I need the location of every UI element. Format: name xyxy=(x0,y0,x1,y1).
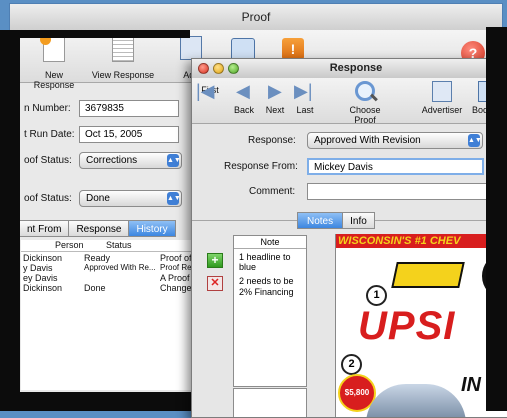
ad-car-image xyxy=(366,384,466,417)
response-titlebar: Response xyxy=(192,59,507,79)
view-response-button[interactable]: View Response xyxy=(90,36,156,80)
comment-label: Comment: xyxy=(249,186,296,197)
response-window: Response |◀ First ◀ Back ▶ Next ▶| Last Choo… xyxy=(191,58,507,418)
response-toolbar: |◀ First ◀ Back ▶ Next ▶| Last Choose Proof … xyxy=(192,78,507,125)
table-row[interactable]: Dickinson xyxy=(23,253,62,263)
tab-notes[interactable]: Notes xyxy=(297,212,344,229)
first-button[interactable]: |◀ First xyxy=(196,81,224,101)
tab-sent-from[interactable]: nt From xyxy=(19,220,70,237)
select-arrow-icon: ▲▼ xyxy=(468,134,482,147)
back-button[interactable]: ◀ Back xyxy=(230,81,258,115)
add-note-button[interactable]: + xyxy=(207,253,223,268)
history-table: Person Status Dickinson Ready Proof of a… xyxy=(21,240,202,390)
column-header-status: Status xyxy=(106,240,132,250)
advertiser-icon xyxy=(180,36,202,60)
last-button[interactable]: ▶| Last xyxy=(292,81,318,115)
black-bar xyxy=(486,27,507,411)
next-button[interactable]: ▶ Next xyxy=(262,81,288,115)
table-row[interactable]: y Davis xyxy=(23,263,53,273)
view-response-icon xyxy=(112,36,134,62)
back-icon: ◀ xyxy=(236,81,250,101)
tab-history[interactable]: History xyxy=(128,220,176,237)
tab-info[interactable]: Info xyxy=(342,212,375,229)
delete-note-button[interactable]: ✕ xyxy=(207,276,223,291)
chevrolet-logo xyxy=(391,262,465,288)
select-arrow-icon: ▲▼ xyxy=(167,192,181,205)
back-tabs: nt From Response History xyxy=(19,220,176,237)
black-bar xyxy=(0,36,20,411)
proof-number-field[interactable]: 3679835 xyxy=(79,100,179,117)
advertiser-icon xyxy=(432,81,452,102)
tab-response[interactable]: Response xyxy=(68,220,130,237)
table-row[interactable]: Dickinson xyxy=(23,283,62,293)
response-from-label: Response From: xyxy=(224,161,298,172)
magnifier-icon xyxy=(355,81,378,102)
response-select[interactable]: Approved With Revision ▲▼ xyxy=(307,132,483,149)
comment-field[interactable] xyxy=(307,183,507,200)
list-item[interactable]: 1 headline to blue xyxy=(234,249,306,272)
response-title: Response xyxy=(329,62,383,74)
column-header-person: Person xyxy=(55,240,84,250)
new-response-button[interactable]: New Response xyxy=(24,34,84,90)
proof-status-select[interactable]: Corrections ▲▼ xyxy=(79,152,182,169)
response-tabs: Notes Info xyxy=(297,212,375,229)
select-arrow-icon: ▲▼ xyxy=(167,154,181,167)
ad-badge-1: 1 xyxy=(366,285,387,306)
proof-number-label: n Number: xyxy=(24,103,71,114)
run-date-field[interactable]: Oct 15, 2005 xyxy=(79,126,179,143)
notes-detail-box[interactable] xyxy=(233,388,307,417)
run-date-label: t Run Date: xyxy=(24,129,75,140)
proof-status-label-2: oof Status: xyxy=(24,193,72,204)
choose-proof-button[interactable]: Choose Proof xyxy=(340,81,390,125)
response-label: Response: xyxy=(248,135,296,146)
plus-icon: + xyxy=(211,253,219,267)
delete-icon: ✕ xyxy=(210,277,220,289)
table-row[interactable]: ey Davis xyxy=(23,273,58,283)
new-response-icon xyxy=(40,34,65,62)
ad-proof-image: WISCONSIN'S #1 CHEV 1 UPSI 2 $5,800 IN Y xyxy=(335,234,507,417)
advertiser-button[interactable]: Advertiser xyxy=(420,81,464,115)
next-icon: ▶ xyxy=(268,81,282,101)
alert-icon[interactable]: ! xyxy=(282,38,304,60)
list-item[interactable]: 2 needs to be 2% Financing xyxy=(234,272,306,298)
black-bar xyxy=(0,30,190,38)
last-icon: ▶| xyxy=(294,81,313,101)
proof-status-select-2[interactable]: Done ▲▼ xyxy=(79,190,182,207)
back-window-titlebar: Proof xyxy=(10,4,502,31)
proof-status-label: oof Status: xyxy=(24,155,72,166)
notes-header: Note xyxy=(234,236,306,249)
back-window-title: Proof xyxy=(241,10,271,24)
response-from-field[interactable]: Mickey Davis xyxy=(307,158,484,175)
first-icon: |◀ xyxy=(196,81,215,101)
ad-banner: WISCONSIN'S #1 CHEV xyxy=(336,234,507,248)
ad-badge-2: 2 xyxy=(341,354,362,375)
ad-headline: UPSI xyxy=(358,304,456,348)
notes-list[interactable]: Note 1 headline to blue 2 needs to be 2%… xyxy=(233,235,307,387)
